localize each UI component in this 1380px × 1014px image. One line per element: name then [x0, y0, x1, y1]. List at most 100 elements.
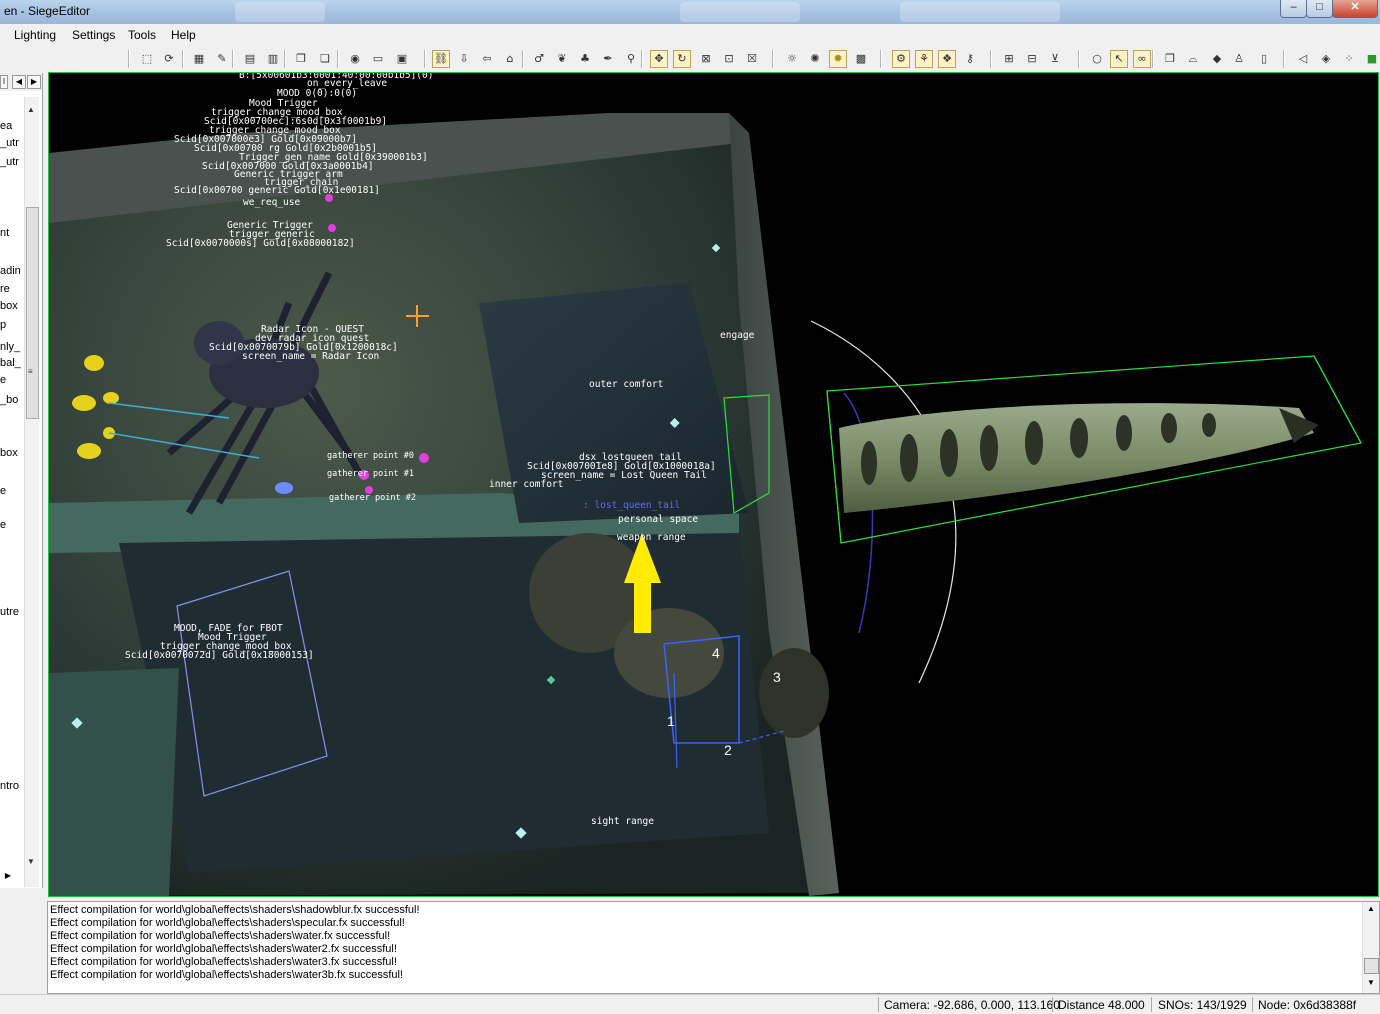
scroll-up-icon[interactable]: ▲ [1367, 904, 1375, 913]
tree-item[interactable]: box [0, 300, 18, 312]
select-icon[interactable]: ⬚ [138, 50, 156, 68]
diamond-icon[interactable]: ◈ [1317, 50, 1335, 68]
cursor-icon[interactable]: ↖ [1110, 50, 1128, 68]
lock-icon[interactable]: ⊠ [697, 50, 715, 68]
maximize-button[interactable]: □ [1306, 0, 1333, 18]
tree-item[interactable]: re [0, 283, 10, 295]
log-scrollbar[interactable]: ▲ ▼ [1362, 902, 1379, 993]
person-icon[interactable]: ♙ [1230, 50, 1248, 68]
log-scroll-thumb[interactable] [1364, 958, 1379, 974]
copy-icon[interactable]: ❐ [292, 50, 310, 68]
scroll-thumb[interactable] [26, 207, 39, 419]
nodes-icon[interactable]: ⚙ [892, 50, 910, 68]
menu-tools[interactable]: Tools [128, 28, 156, 42]
scroll-right-icon[interactable]: ▶ [2, 870, 14, 882]
menu-help[interactable]: Help [171, 28, 196, 42]
minimize-button[interactable]: – [1280, 0, 1307, 18]
filter-down-icon[interactable]: ⊻ [1046, 50, 1064, 68]
toolbar-separator [522, 50, 524, 68]
splitter-grip-icon[interactable]: ≡ [28, 367, 33, 376]
label-sight-range: sight range [591, 816, 654, 827]
link-icon[interactable]: ⛓ [432, 50, 450, 68]
tree-item[interactable]: bal_ [0, 357, 21, 369]
pen-icon[interactable]: ✒ [599, 50, 617, 68]
sun-settings-icon[interactable]: ✺ [806, 50, 824, 68]
bird-icon[interactable]: ❦ [553, 50, 571, 68]
blue-marker[interactable] [275, 482, 293, 494]
scene-render[interactable]: B:[5x00601b3:0001:40:00:00b1b5](0) on_ev… [49, 73, 1378, 896]
shapes-icon[interactable]: ◆ [1208, 50, 1226, 68]
tree-item[interactable]: nly_ [0, 341, 20, 353]
door-icon[interactable]: ▯ [1255, 50, 1273, 68]
menu-settings[interactable]: Settings [72, 28, 115, 42]
status-divider [1052, 997, 1053, 1012]
node-number-3: 3 [773, 669, 781, 685]
move-icon[interactable]: ✥ [650, 50, 668, 68]
left-triangle-icon[interactable]: ◁ [1294, 50, 1312, 68]
tree-item[interactable]: e [0, 374, 6, 386]
window-icon[interactable]: ▤ [241, 50, 259, 68]
save-icon[interactable]: ▣ [393, 50, 411, 68]
paste-icon[interactable]: ❏ [316, 50, 334, 68]
grid-icon[interactable]: ▦ [190, 50, 208, 68]
loop-icon[interactable]: ∞ [1133, 50, 1151, 68]
label-scid6: Scid[0x0070000s] Gold[0x08000182] [166, 238, 355, 249]
nodes-brush-icon[interactable]: ⚘ [915, 50, 933, 68]
left-panel-tabs: l ◀ ▶ [0, 73, 42, 91]
tree-item[interactable]: nt [0, 227, 9, 239]
left-scrollbar[interactable]: ▲ ≡ ▼ [24, 97, 39, 887]
node-number-1: 1 [667, 713, 675, 729]
sun-icon[interactable]: ☼ [783, 50, 801, 68]
filter-icon[interactable]: ⊞ [1000, 50, 1018, 68]
circle-icon[interactable]: ○ [1088, 50, 1106, 68]
tree-item[interactable]: _bo [0, 394, 18, 406]
green-block-icon[interactable]: ■ [1363, 50, 1380, 68]
output-log[interactable]: Effect compilation for world\global\effe… [47, 901, 1380, 994]
left-tree-list: ea _utr _utr nt adin re box p nly_ bal_ e _bo box e e u… [0, 97, 24, 887]
tree-item[interactable]: e [0, 519, 6, 531]
sun-active-icon[interactable]: ✹ [829, 50, 847, 68]
label-inner-comfort: inner comfort [489, 479, 563, 490]
tree-item[interactable]: p [0, 319, 6, 331]
tab-fragment[interactable]: l [0, 75, 8, 89]
book-icon[interactable]: ▭ [369, 50, 387, 68]
node-icon[interactable]: ◉ [346, 50, 364, 68]
tree-item[interactable]: _utr [0, 137, 19, 149]
close-button[interactable]: ✕ [1332, 0, 1378, 18]
down-arrow-icon[interactable]: ⇩ [455, 50, 473, 68]
layers-icon[interactable]: ❒ [1161, 50, 1179, 68]
tab-right-arrow-icon[interactable]: ▶ [27, 75, 41, 89]
tool-icon[interactable]: ⚲ [622, 50, 640, 68]
object-icon[interactable]: ♂ [530, 50, 548, 68]
brush-icon[interactable]: ✎ [213, 50, 231, 68]
3d-viewport[interactable]: B:[5x00601b3:0001:40:00:00b1b5](0) on_ev… [48, 72, 1379, 897]
nodes-gear-icon[interactable]: ❖ [938, 50, 956, 68]
tree-item[interactable]: ntro [0, 780, 19, 792]
tree-item[interactable]: box [0, 447, 18, 459]
tab-left-arrow-icon[interactable]: ◀ [12, 75, 26, 89]
menu-lighting[interactable]: Lighting [14, 28, 56, 42]
tree-item[interactable]: adin [0, 265, 21, 277]
camera-icon[interactable]: ⌂ [501, 50, 519, 68]
stairs-icon[interactable]: ⌓ [1184, 50, 1202, 68]
tree-item[interactable]: ea [0, 120, 12, 132]
tree-icon[interactable]: ♣ [576, 50, 594, 68]
rotate-object-icon[interactable]: ↻ [673, 50, 691, 68]
scroll-up-icon[interactable]: ▲ [27, 105, 35, 114]
tree-item[interactable]: _utr [0, 156, 19, 168]
filter-list-icon[interactable]: ⊟ [1023, 50, 1041, 68]
panel-icon[interactable]: ▥ [264, 50, 282, 68]
lock-open-icon[interactable]: ⊡ [720, 50, 738, 68]
dots-icon[interactable]: ⁘ [1340, 50, 1358, 68]
scroll-down-icon[interactable]: ▼ [1367, 978, 1375, 987]
rotate-icon[interactable]: ⟳ [160, 50, 178, 68]
lamp-icon[interactable]: ▩ [852, 50, 870, 68]
status-divider [1252, 997, 1253, 1012]
nodes-key-icon[interactable]: ⚷ [961, 50, 979, 68]
tree-item[interactable]: utre [0, 606, 19, 618]
left-arrow-icon[interactable]: ⇦ [478, 50, 496, 68]
scroll-down-icon[interactable]: ▼ [27, 857, 35, 866]
lock-z-icon[interactable]: ☒ [743, 50, 761, 68]
tree-item[interactable]: e [0, 485, 6, 497]
label-we-req-use: we_req_use [243, 197, 300, 208]
